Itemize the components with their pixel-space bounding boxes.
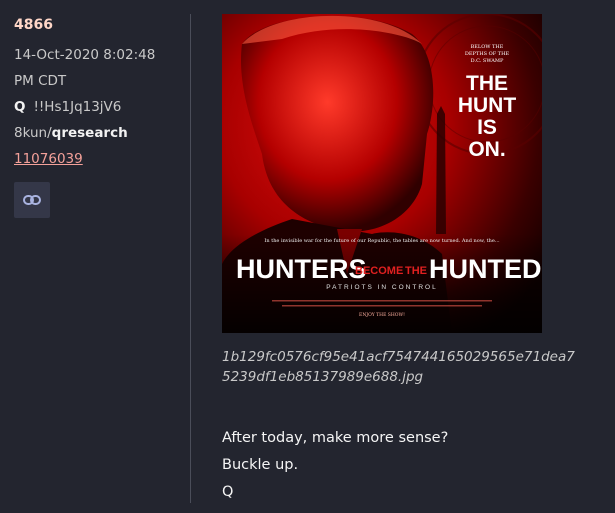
message-signature: Q bbox=[222, 484, 234, 500]
post-message: After today, make more sense? Buckle up.… bbox=[222, 425, 448, 506]
poster-hunt-4: ON. bbox=[468, 138, 505, 161]
poster-subtitle: PATRIOTS IN CONTROL bbox=[326, 284, 437, 291]
author-name: Q bbox=[14, 99, 26, 115]
poster-fine-print bbox=[282, 305, 482, 307]
board-line[interactable]: 8kun/qresearch bbox=[14, 125, 128, 141]
poster-small-text-2: DEPTHS OF THE bbox=[465, 51, 510, 57]
post-number[interactable]: 4866 bbox=[14, 17, 53, 33]
poster-hunt-2: HUNT bbox=[458, 94, 516, 117]
link-button[interactable] bbox=[14, 182, 50, 218]
message-line: After today, make more sense? bbox=[222, 430, 449, 446]
poster-title-hunters: HUNTERS bbox=[236, 254, 367, 284]
poster-small-text-1: BELOW THE bbox=[471, 44, 504, 50]
poster-tagline: In the invisible war for the future of o… bbox=[264, 238, 500, 244]
post-time-zone: PM CDT bbox=[14, 73, 67, 89]
reference-link[interactable]: 11076039 bbox=[14, 151, 83, 167]
board-prefix: 8kun/ bbox=[14, 125, 52, 141]
message-line: Buckle up. bbox=[222, 457, 299, 473]
link-icon bbox=[23, 195, 41, 205]
poster-hunt-1: THE bbox=[466, 72, 508, 95]
poster-title-become: BECOME bbox=[355, 265, 403, 277]
poster-small-text-3: D.C. SWAMP bbox=[471, 58, 504, 64]
board-name: qresearch bbox=[51, 125, 128, 141]
poster-title-the: THE bbox=[405, 265, 427, 277]
poster-hunt-3: IS bbox=[477, 116, 497, 139]
post-date: 14-Oct-2020 8:02:48 bbox=[14, 47, 156, 63]
author-line: Q !!Hs1Jq13jV6 bbox=[14, 99, 121, 115]
poster-title-hunted: HUNTED bbox=[429, 254, 542, 284]
post-image[interactable]: BELOW THE DEPTHS OF THE D.C. SWAMP THE H… bbox=[222, 14, 542, 333]
poster-artwork: BELOW THE DEPTHS OF THE D.C. SWAMP THE H… bbox=[222, 14, 542, 333]
image-filename[interactable]: 1b129fc0576cf95e41acf754744165029565e71d… bbox=[222, 347, 582, 387]
column-divider bbox=[190, 14, 191, 503]
post: 4866 14-Oct-2020 8:02:48 PM CDT Q !!Hs1Jq… bbox=[0, 0, 615, 513]
poster-footer: ENJOY THE SHOW! bbox=[359, 312, 405, 318]
tripcode: !!Hs1Jq13jV6 bbox=[33, 99, 122, 115]
poster-fine-print bbox=[272, 300, 492, 302]
